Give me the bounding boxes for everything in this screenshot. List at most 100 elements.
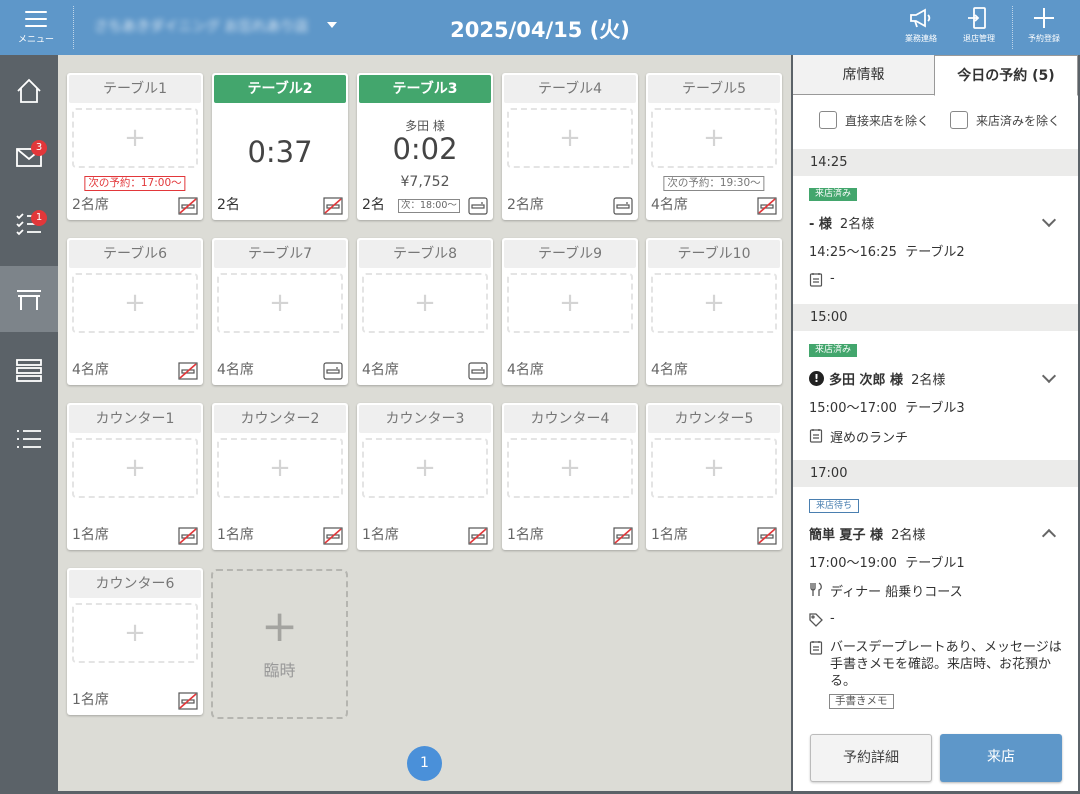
business-notice-button[interactable]: 業務連絡 <box>896 6 946 51</box>
add-reservation-slot[interactable]: + <box>507 108 633 168</box>
add-reservation-slot[interactable]: + <box>507 273 633 333</box>
checklist-badge: 1 <box>31 210 47 226</box>
add-reservation-slot[interactable]: + <box>217 438 343 498</box>
add-reservation-slot[interactable]: + <box>72 273 198 333</box>
smoking-icon <box>613 197 633 215</box>
chevron-up-icon[interactable] <box>1041 528 1057 544</box>
nav-mail[interactable]: 3 <box>0 124 58 190</box>
exit-management-button[interactable]: 退店管理 <box>954 6 1004 51</box>
seat-count: 1名席 <box>507 527 544 543</box>
table-card[interactable]: カウンター2 +1名席 <box>212 403 348 550</box>
table-card[interactable]: テーブル4 +2名席 <box>502 73 638 220</box>
floor-map: カウンター6 +1名席 カウンター5 +1名席 カウンター4 +1名席 カウンター3 +1名席… <box>58 55 791 791</box>
smoking-icon <box>323 362 343 380</box>
reservation-name[interactable]: - 様 2名様 <box>809 213 874 232</box>
table-card[interactable]: テーブル10 +4名席 <box>646 238 782 385</box>
smoking-icon <box>468 362 488 380</box>
reservation-name[interactable]: ! 多田 次郎 様 2名様 <box>809 369 945 388</box>
add-reservation-slot[interactable]: + <box>651 438 777 498</box>
add-reservation-slot[interactable]: + <box>362 273 488 333</box>
party-size: 2名様 <box>911 373 946 388</box>
add-reservation-slot[interactable]: + <box>362 438 488 498</box>
add-reservation-slot[interactable]: + <box>72 108 198 168</box>
elapsed-timer: 0:37 <box>247 135 313 169</box>
table-name: テーブル3 <box>359 75 491 103</box>
checkbox-box[interactable] <box>950 111 968 129</box>
reservation-detail-button[interactable]: 予約詳細 <box>810 734 932 782</box>
table-card[interactable]: カウンター4 +1名席 <box>502 403 638 550</box>
course-name: ディナー 船乗りコース <box>830 585 963 600</box>
table-card[interactable]: テーブル3 多田 様 0:02 ¥7,752 次：18:00～ 2名 <box>357 73 493 220</box>
table-card[interactable]: テーブル2 0:37 2名 <box>212 73 348 220</box>
no-smoking-icon <box>323 527 343 545</box>
new-reservation-button[interactable]: 予約登録 <box>1019 6 1069 51</box>
side-nav: 3 1 <box>0 55 58 794</box>
seat-count: 4名席 <box>362 362 399 378</box>
elapsed-timer: 0:02 <box>392 132 458 166</box>
table-name: テーブル7 <box>214 240 346 268</box>
table-card[interactable]: テーブル7 +4名席 <box>212 238 348 385</box>
reservation-memo: 遅めのランチ <box>809 427 908 446</box>
add-reservation-slot[interactable]: + <box>507 438 633 498</box>
table-card[interactable]: テーブル1 + 次の予約：17:00～ 2名席 <box>67 73 203 220</box>
handwritten-memo-tag[interactable]: 手書きメモ <box>829 694 894 709</box>
seat-count: 4名席 <box>72 362 109 378</box>
add-reservation-slot[interactable]: + <box>72 438 198 498</box>
mail-badge: 3 <box>31 140 47 156</box>
add-reservation-slot[interactable]: + <box>651 108 777 168</box>
smoking-icon <box>468 197 488 215</box>
nav-list[interactable] <box>0 406 58 472</box>
table-card[interactable]: テーブル5 + 次の予約：19:30～ 4名席 <box>646 73 782 220</box>
exclude-arrived-checkbox[interactable]: 来店済みを除く <box>950 111 1060 129</box>
megaphone-icon <box>910 8 931 28</box>
layers-icon <box>16 359 42 382</box>
time-group-header: 15:00 <box>793 304 1078 331</box>
table-card[interactable]: テーブル9 +4名席 <box>502 238 638 385</box>
table-name: テーブル5 <box>648 75 780 103</box>
home-icon <box>17 78 41 103</box>
table-card[interactable]: カウンター6 +1名席 <box>67 568 203 715</box>
menu-button[interactable]: メニュー <box>0 0 72 55</box>
page-indicator[interactable]: 1 <box>407 746 442 781</box>
checkbox-box[interactable] <box>819 111 837 129</box>
table-name: テーブル4 <box>504 75 636 103</box>
table-card[interactable]: カウンター1 +1名席 <box>67 403 203 550</box>
no-smoking-icon <box>757 527 777 545</box>
reservation-name[interactable]: 簡単 夏子 様 2名様 <box>809 524 925 543</box>
nav-checklist[interactable]: 1 <box>0 190 58 256</box>
tab-seat-info[interactable]: 席情報 <box>793 55 934 95</box>
tag-icon <box>809 613 823 627</box>
no-smoking-icon <box>178 692 198 710</box>
tab-today-reservations[interactable]: 今日の予約 (5) <box>934 55 1078 96</box>
plus-icon: + <box>703 123 725 153</box>
table-card[interactable]: カウンター3 +1名席 <box>357 403 493 550</box>
table-card[interactable]: カウンター5 +1名席 <box>646 403 782 550</box>
plus-icon: + <box>414 453 436 483</box>
nav-tables[interactable] <box>0 266 58 332</box>
status-badge: 来店待ち <box>809 499 860 513</box>
plus-icon: + <box>559 123 581 153</box>
nav-layers[interactable] <box>0 337 58 403</box>
nav-home[interactable] <box>0 58 58 124</box>
add-reservation-slot[interactable]: + <box>217 273 343 333</box>
seat-count: 2名 <box>362 197 385 213</box>
store-dropdown-caret-icon[interactable] <box>327 22 337 28</box>
table-name: カウンター4 <box>504 405 636 433</box>
chevron-down-icon[interactable] <box>1041 368 1057 384</box>
add-temporary-table-button[interactable]: + 臨時 <box>211 569 348 719</box>
reservation-time: 17:00～19:00 テーブル1 <box>809 552 965 571</box>
next-reservation-badge: 次の予約：17:00～ <box>84 176 186 191</box>
table-name: カウンター3 <box>359 405 491 433</box>
exclude-walkin-checkbox[interactable]: 直接来店を除く <box>819 111 929 129</box>
time-group-header: 14:25 <box>793 149 1078 176</box>
table-card[interactable]: テーブル6 +4名席 <box>67 238 203 385</box>
time-range: 14:25～16:25 <box>809 245 897 260</box>
add-reservation-slot[interactable]: + <box>72 603 198 663</box>
add-reservation-slot[interactable]: + <box>651 273 777 333</box>
arrive-button[interactable]: 来店 <box>940 734 1062 782</box>
top-bar: メニュー さちあきダイニング お忘れあり店 2025/04/15 (火) 業務連… <box>0 0 1080 55</box>
chevron-down-icon[interactable] <box>1041 212 1057 228</box>
store-name[interactable]: さちあきダイニング お忘れあり店 <box>94 16 308 36</box>
cutlery-icon <box>810 582 822 596</box>
table-card[interactable]: テーブル8 +4名席 <box>357 238 493 385</box>
